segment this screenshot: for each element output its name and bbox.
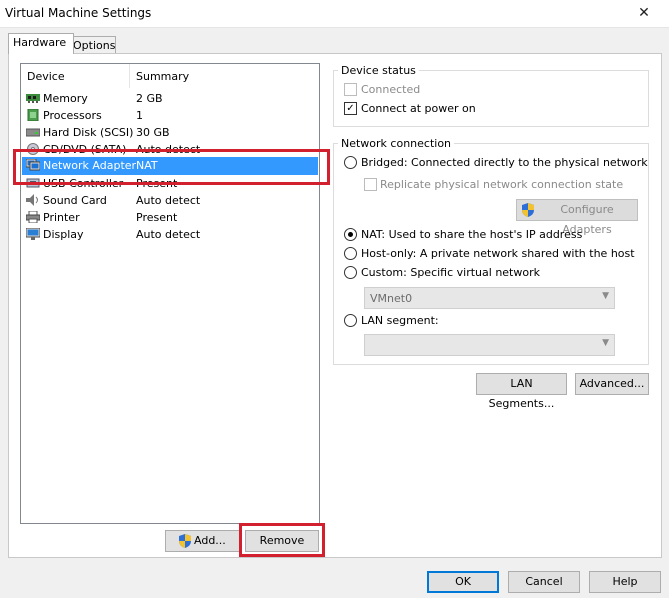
title-bar: Virtual Machine Settings ✕ — [0, 0, 669, 28]
vmnet-select-value: VMnet0 — [370, 292, 413, 305]
chevron-down-icon: ▼ — [602, 338, 609, 348]
device-name: Memory — [43, 92, 88, 105]
nat-label: NAT: Used to share the host's IP address — [361, 228, 583, 241]
device-status-group — [333, 70, 649, 127]
add-button[interactable]: Add... — [165, 530, 240, 552]
device-name: Display — [43, 228, 84, 241]
bridged-label: Bridged: Connected directly to the physi… — [361, 156, 648, 169]
highlight-box — [239, 523, 325, 557]
device-summary: 30 GB — [136, 126, 170, 139]
close-icon[interactable]: ✕ — [633, 3, 655, 23]
sound-card-icon — [26, 194, 38, 206]
list-item[interactable]: Display Auto detect — [22, 226, 318, 243]
device-name: Processors — [43, 109, 102, 122]
lan-segments-button[interactable]: LAN Segments... — [476, 373, 567, 410]
display-icon — [26, 228, 40, 240]
shield-icon — [522, 203, 534, 217]
chevron-down-icon: ▼ — [602, 291, 609, 301]
device-summary: Auto detect — [136, 228, 201, 241]
highlight-box — [13, 149, 330, 185]
tab-hardware[interactable]: Hardware — [8, 33, 74, 54]
bridged-radio[interactable] — [344, 156, 357, 169]
replicate-checkbox[interactable] — [364, 178, 377, 191]
printer-icon — [26, 211, 40, 223]
help-button[interactable]: Help — [589, 571, 661, 593]
hard-disk-icon — [26, 128, 40, 137]
device-name: Hard Disk (SCSI) — [43, 126, 134, 139]
ok-button[interactable]: OK — [427, 571, 499, 593]
vmnet-select[interactable]: VMnet0 ▼ — [364, 287, 615, 309]
list-item[interactable]: Memory 2 GB — [22, 90, 318, 107]
advanced-button[interactable]: Advanced... — [575, 373, 649, 395]
device-status-label: Device status — [338, 64, 419, 77]
custom-radio[interactable] — [344, 266, 357, 279]
shield-icon — [179, 534, 191, 548]
cancel-button[interactable]: Cancel — [508, 571, 580, 593]
lan-segment-select[interactable]: ▼ — [364, 334, 615, 356]
device-summary: Auto detect — [136, 194, 201, 207]
device-name: Printer — [43, 211, 80, 224]
nat-radio[interactable] — [344, 228, 357, 241]
column-divider[interactable] — [129, 64, 130, 88]
summary-column-header[interactable]: Summary — [136, 70, 189, 83]
device-column-header[interactable]: Device — [27, 70, 65, 83]
list-item[interactable]: Printer Present — [22, 209, 318, 226]
host-only-radio[interactable] — [344, 247, 357, 260]
connect-at-power-on-label: Connect at power on — [361, 102, 476, 115]
network-connection-label: Network connection — [338, 137, 455, 150]
processor-icon — [27, 109, 39, 121]
list-item[interactable]: Sound Card Auto detect — [22, 192, 318, 209]
window-title: Virtual Machine Settings — [5, 6, 152, 20]
lan-segment-label: LAN segment: — [361, 314, 439, 327]
add-button-label: Add... — [194, 534, 226, 547]
connect-at-power-on-checkbox[interactable]: ✓ — [344, 102, 357, 115]
device-summary: Present — [136, 211, 178, 224]
memory-icon — [26, 94, 40, 103]
list-item[interactable]: Processors 1 — [22, 107, 318, 124]
replicate-label: Replicate physical network connection st… — [380, 178, 624, 191]
connected-label: Connected — [361, 83, 421, 96]
configure-adapters-button[interactable]: Configure Adapters — [516, 199, 638, 236]
list-item[interactable]: Hard Disk (SCSI) 30 GB — [22, 124, 318, 141]
device-name: Sound Card — [43, 194, 107, 207]
device-summary: 1 — [136, 109, 143, 122]
host-only-label: Host-only: A private network shared with… — [361, 247, 635, 260]
custom-label: Custom: Specific virtual network — [361, 266, 540, 279]
connected-checkbox[interactable] — [344, 83, 357, 96]
lan-segment-radio[interactable] — [344, 314, 357, 327]
device-summary: 2 GB — [136, 92, 163, 105]
